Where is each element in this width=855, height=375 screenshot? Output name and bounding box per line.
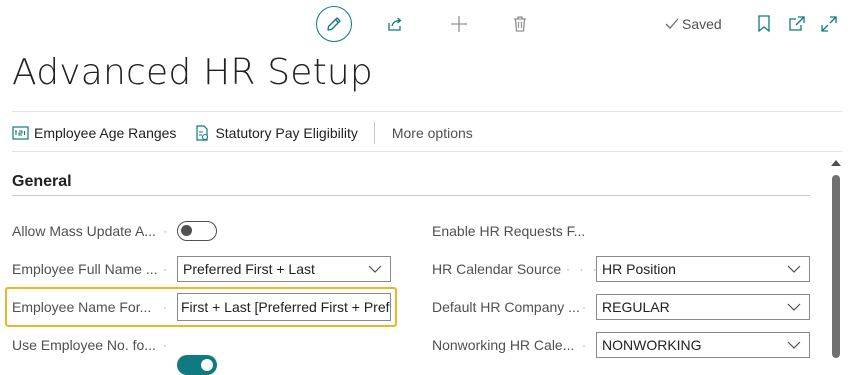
- share-icon: [388, 17, 402, 31]
- divider: [12, 151, 842, 152]
- action-separator: [373, 122, 375, 144]
- edit-button[interactable]: [316, 6, 352, 42]
- divider: [12, 111, 842, 112]
- open-new-window-button[interactable]: [788, 15, 806, 33]
- chevron-down-icon: [368, 265, 382, 273]
- section-divider: [12, 195, 810, 196]
- more-options-button[interactable]: More options: [392, 125, 473, 141]
- eligibility-icon: [196, 124, 209, 141]
- bookmark-icon: [758, 15, 770, 33]
- employee-age-ranges-label: Employee Age Ranges: [34, 125, 177, 141]
- scrollbar-thumb[interactable]: [832, 175, 840, 358]
- field-label-enable-hr-requests: Enable HR Requests F...: [432, 223, 586, 239]
- default-hr-company-value: REGULAR: [602, 299, 670, 315]
- expand-icon: [821, 16, 837, 32]
- plus-icon: [451, 16, 467, 32]
- nonworking-hr-calendar-value: NONWORKING: [602, 337, 702, 353]
- delete-button[interactable]: [512, 15, 528, 33]
- checkmark-icon: [665, 18, 679, 29]
- scroll-up-arrow[interactable]: [829, 158, 843, 168]
- statutory-pay-eligibility-action[interactable]: Statutory Pay Eligibility: [194, 124, 358, 142]
- field-dots: ·: [163, 300, 170, 314]
- section-title-general[interactable]: General: [12, 173, 72, 191]
- open-new-window-icon: [789, 16, 805, 31]
- default-hr-company-select[interactable]: REGULAR: [596, 294, 810, 320]
- statutory-pay-eligibility-label: Statutory Pay Eligibility: [215, 125, 358, 141]
- ranges-icon: [12, 125, 29, 140]
- saved-status: Saved: [665, 16, 722, 32]
- pencil-icon: [327, 17, 341, 31]
- nonworking-hr-calendar-select[interactable]: NONWORKING: [596, 332, 810, 358]
- chevron-down-icon: [787, 265, 801, 273]
- field-label-hr-calendar-source: HR Calendar Source: [432, 261, 562, 277]
- expand-button[interactable]: [820, 15, 838, 33]
- field-label-nonworking-hr-calendar: Nonworking HR Cale...: [432, 337, 575, 353]
- employee-full-name-select[interactable]: Preferred First + Last: [177, 256, 391, 282]
- field-dots: ·: [582, 300, 589, 314]
- action-bar: Employee Age Ranges Statutory Pay Eligib…: [12, 120, 473, 146]
- bookmark-button[interactable]: [757, 15, 771, 33]
- page-title: Advanced HR Setup: [12, 52, 373, 93]
- field-dots: ·: [163, 262, 170, 276]
- saved-label: Saved: [682, 16, 722, 32]
- trash-icon: [514, 16, 526, 32]
- employee-name-format-value: First + Last [Preferred First + Preferre…: [181, 299, 390, 315]
- field-label-employee-name-format: Employee Name For...: [12, 299, 152, 315]
- allow-mass-update-toggle[interactable]: [177, 221, 217, 241]
- hr-calendar-source-value: HR Position: [602, 261, 676, 277]
- field-dots: ·: [582, 338, 589, 352]
- new-button[interactable]: [450, 15, 468, 33]
- chevron-down-icon: [787, 341, 801, 349]
- field-label-default-hr-company: Default HR Company ...: [432, 299, 580, 315]
- employee-name-format-input[interactable]: First + Last [Preferred First + Preferre…: [177, 293, 391, 321]
- field-label-allow-mass-update: Allow Mass Update A...: [12, 223, 156, 239]
- employee-full-name-value: Preferred First + Last: [183, 261, 315, 277]
- field-label-employee-full-name: Employee Full Name ...: [12, 261, 158, 277]
- share-button[interactable]: [386, 15, 404, 33]
- field-dots: ·: [163, 224, 170, 238]
- field-label-use-employee-no: Use Employee No. fo...: [12, 337, 156, 353]
- employee-age-ranges-action[interactable]: Employee Age Ranges: [12, 125, 176, 141]
- hr-calendar-source-select[interactable]: HR Position: [596, 256, 810, 282]
- use-employee-no-toggle[interactable]: [177, 355, 217, 375]
- chevron-down-icon: [787, 303, 801, 311]
- field-dots: ·: [163, 338, 170, 352]
